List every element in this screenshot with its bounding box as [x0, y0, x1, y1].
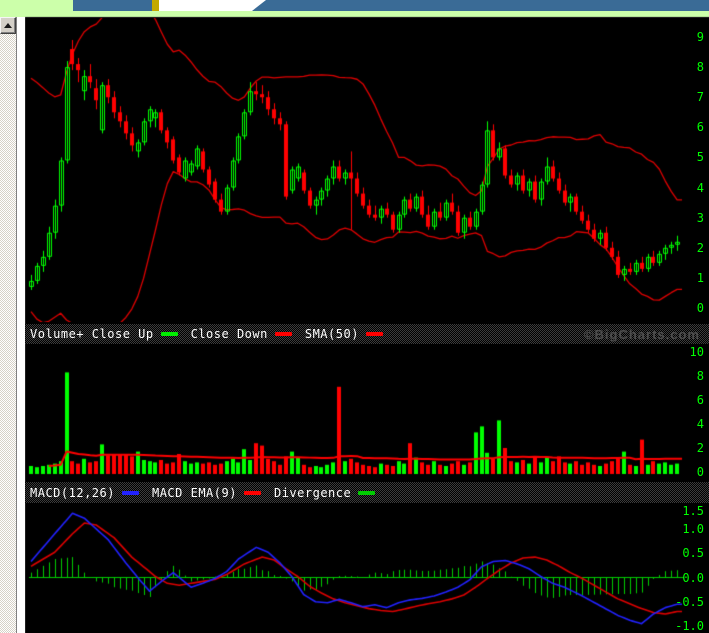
y-axis-tick: 0 [696, 301, 704, 315]
divergence-swatch [358, 490, 376, 495]
close-up-swatch [160, 332, 178, 336]
legend-label-divergence: Divergence [273, 485, 352, 500]
vertical-scrollbar[interactable] [0, 17, 17, 633]
y-axis-tick: 7 [696, 90, 704, 104]
y-axis-tick: 9 [696, 30, 704, 44]
close-down-swatch [274, 332, 292, 336]
y-axis-tick: 4 [696, 417, 704, 431]
stock-chart-canvas [0, 0, 709, 633]
page-margin [17, 17, 25, 633]
y-axis-tick: 6 [696, 120, 704, 134]
y-axis-tick: 3 [696, 211, 704, 225]
legend-label-macd: MACD(12,26) [30, 485, 115, 500]
macd-legend-bar: MACD(12,26) MACD EMA(9) Divergence [25, 482, 709, 503]
y-axis-tick: 2 [696, 441, 704, 455]
y-axis-tick: 0.5 [682, 546, 704, 560]
volume-legend-bar: Volume+ Close Up Close Down SMA(50) ©Big… [25, 324, 709, 344]
scrollbar-track[interactable] [0, 34, 16, 633]
y-axis-tick: 8 [696, 369, 704, 383]
y-axis-tick: 0.0 [682, 571, 704, 585]
y-axis-tick: 6 [696, 393, 704, 407]
y-axis-tick: 5 [696, 150, 704, 164]
legend-label-close-up: Volume+ Close Up [30, 327, 154, 341]
sma50-swatch [365, 332, 383, 336]
y-axis-tick: -1.0 [675, 619, 704, 633]
y-axis-tick: 1.5 [682, 504, 704, 518]
legend-label-sma50: SMA(50) [304, 327, 359, 341]
macd-line-swatch [121, 490, 139, 495]
scroll-up-button[interactable] [0, 17, 16, 34]
y-axis-tick: 2 [696, 241, 704, 255]
up-arrow-icon [4, 23, 12, 28]
legend-label-macd-ema: MACD EMA(9) [151, 485, 237, 500]
bigcharts-watermark: ©BigCharts.com [583, 326, 700, 342]
y-axis-tick: 1.0 [682, 522, 704, 536]
y-axis-tick: 0 [696, 465, 704, 479]
y-axis-tick: 1 [696, 271, 704, 285]
legend-label-close-down: Close Down [190, 327, 268, 341]
y-axis-tick: 4 [696, 181, 704, 195]
y-axis-tick: 10 [689, 345, 704, 359]
y-axis-tick: -0.5 [675, 595, 704, 609]
macd-ema-swatch [243, 490, 261, 495]
bigcharts-stock-chart-page: 9 8 7 6 5 4 3 2 1 0 10 8 6 4 2 0 1.5 1.0 0.5 0.0 -0.5 -1.0 Vo… [0, 0, 709, 633]
y-axis-tick: 8 [696, 60, 704, 74]
